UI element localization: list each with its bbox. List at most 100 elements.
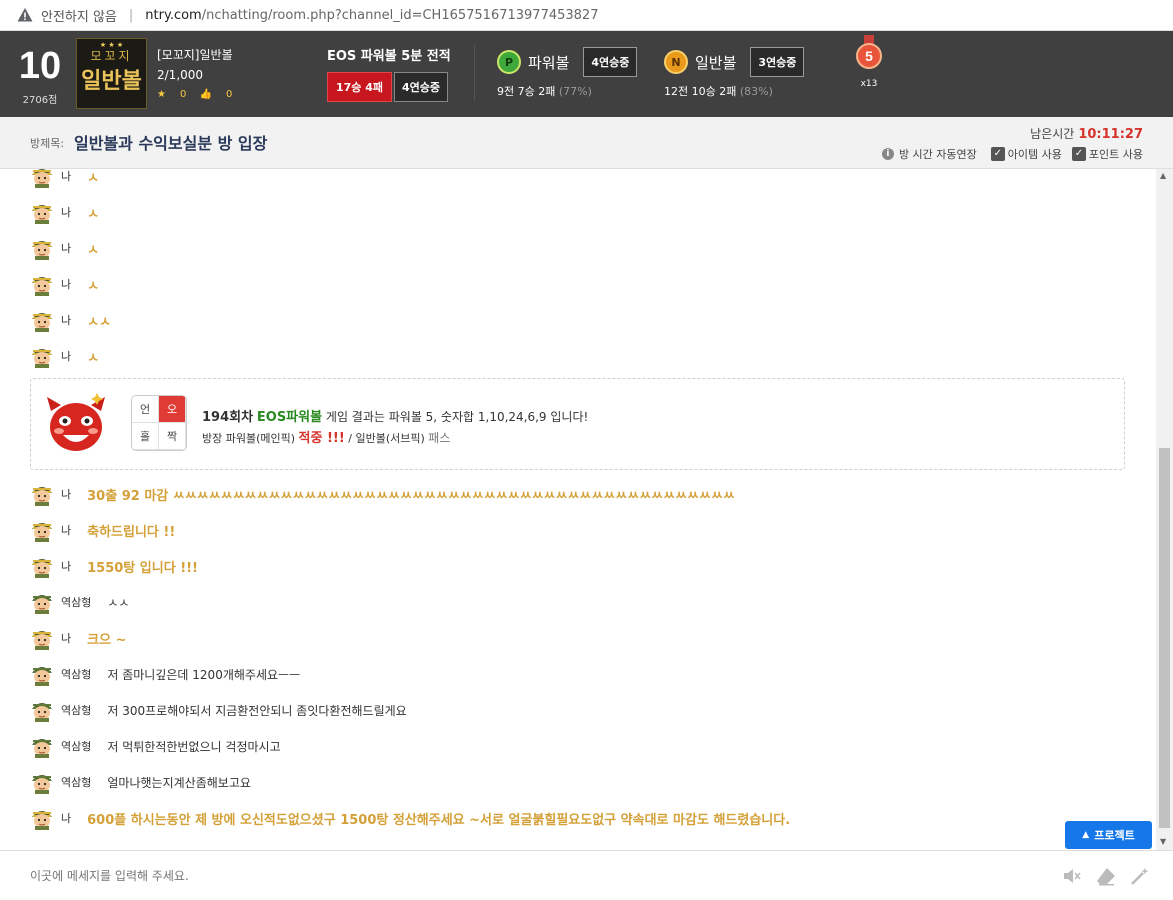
message-text: 저 300프로해야되서 지금환전안되니 좀잇다환전해드릴게요 <box>107 703 407 718</box>
browser-address-bar[interactable]: 안전하지 않음 | ntry.com/nchatting/room.php?ch… <box>0 0 1173 31</box>
message-nickname[interactable]: 나 <box>61 276 71 292</box>
normalball-icon: N <box>664 50 688 74</box>
message-text: ㅅ <box>87 278 100 294</box>
user-avatar-icon <box>32 739 52 758</box>
eos-title: EOS 파워볼 5분 전적 <box>327 49 451 64</box>
grid-cell-under: 언 <box>132 396 159 423</box>
normalball-stat: N 일반볼 3연승중 12전 10승 2패 (83%) <box>664 47 805 99</box>
message-nickname[interactable]: 나 <box>61 204 71 220</box>
room-members: 2/1,000 <box>157 68 204 82</box>
eraser-icon[interactable] <box>1096 866 1116 886</box>
auto-extend-option[interactable]: 방 시간 자동연장 <box>899 146 977 162</box>
powerball-label: 파워볼 <box>528 53 570 72</box>
chat-message: 나 크으 ~ <box>30 625 126 651</box>
message-text: 저 좀마니깊은데 1200개해주세요ㅡㅡ <box>107 667 301 682</box>
message-nickname[interactable]: 역삼형 <box>61 594 91 610</box>
thumbs-up-icon: 👍 <box>199 89 212 100</box>
message-nickname[interactable]: 나 <box>61 169 71 184</box>
caret-up-icon: ▲ <box>1082 830 1090 840</box>
chat-message: 역삼형 저 좀마니깊은데 1200개해주세요ㅡㅡ <box>30 661 300 687</box>
message-nickname[interactable]: 역삼형 <box>61 738 91 754</box>
user-avatar-icon <box>32 277 52 296</box>
message-nickname[interactable]: 나 <box>61 312 71 328</box>
user-avatar-icon <box>32 169 52 188</box>
message-nickname[interactable]: 역삼형 <box>61 774 91 790</box>
chat-scrollbar[interactable]: ▲ ▼ <box>1156 169 1173 850</box>
powerball-icon: P <box>497 50 521 74</box>
result-round: 194회차 <box>202 410 254 425</box>
message-nickname[interactable]: 나 <box>61 810 71 826</box>
user-avatar-icon <box>32 631 52 650</box>
scroll-up-icon[interactable]: ▲ <box>1160 171 1166 180</box>
powerball-streak: 4연승중 <box>583 47 638 77</box>
message-text: ㅅ <box>87 170 100 186</box>
normalball-record: 12전 10승 2패 (83%) <box>664 85 773 98</box>
user-avatar-icon <box>32 595 52 614</box>
grid-cell-even: 짝 <box>159 423 186 450</box>
item-use-label: 아이템 사용 <box>1007 148 1062 161</box>
result-line-1: 194회차 EOS파워볼 게임 결과는 파워볼 5, 숫자합 1,10,24,6… <box>202 406 588 425</box>
result-grid: 언 오 홀 짝 <box>131 395 187 451</box>
user-avatar-icon <box>32 523 52 542</box>
message-text: 얼마나햇는지계산좀해보고요 <box>107 775 251 790</box>
url-host: ntry.com <box>145 7 202 23</box>
magic-wand-icon[interactable] <box>1130 866 1150 886</box>
eos-streak-badge: 4연승중 <box>394 72 449 102</box>
user-avatar-icon <box>32 667 52 686</box>
message-text: ㅅ <box>87 350 100 366</box>
result-line-2: 방장 파워볼(메인픽) 적중 !!! / 일반볼(서브픽) 패스 <box>202 427 450 446</box>
chat-message: 역삼형 저 300프로해야되서 지금환전안되니 좀잇다환전해드릴게요 <box>30 697 407 723</box>
result-main-pick: 방장 파워볼(메인픽) <box>202 432 296 445</box>
security-label: 안전하지 않음 <box>41 9 117 25</box>
devil-mascot-icon <box>47 393 105 451</box>
room-stats: ★ 0 👍 0 <box>157 85 246 105</box>
message-nickname[interactable]: 역삼형 <box>61 702 91 718</box>
user-avatar-icon <box>32 241 52 260</box>
chat-message: 역삼형 저 먹튀한적한번없으니 걱정마시고 <box>30 733 281 759</box>
star-count: 0 <box>179 89 187 100</box>
grid-cell-odd: 홀 <box>132 423 159 450</box>
result-sub-pick: / 일반볼(서브픽) <box>348 432 425 445</box>
message-nickname[interactable]: 나 <box>61 240 71 256</box>
result-hit: 적중 !!! <box>298 431 345 446</box>
game-result-card: 언 오 홀 짝 194회차 EOS파워볼 게임 결과는 파워볼 5, 숫자합 1… <box>30 378 1125 470</box>
warning-icon <box>17 8 33 22</box>
message-nickname[interactable]: 나 <box>61 630 71 646</box>
chat-message: 나ㅅ <box>30 169 99 189</box>
item-use-checkbox[interactable]: ✓ <box>990 147 1005 161</box>
powerball-record: 9전 7승 2패 (77%) <box>497 85 592 98</box>
chat-message: 나ㅅ <box>30 343 99 369</box>
info-icon[interactable]: i <box>881 148 894 160</box>
message-nickname[interactable]: 나 <box>61 486 71 502</box>
room-title-label: 방제목: <box>30 137 65 150</box>
chat-message: 나ㅅ <box>30 271 99 297</box>
point-use-checkbox[interactable]: ✓ <box>1071 147 1086 161</box>
message-nickname[interactable]: 나 <box>61 558 71 574</box>
scroll-down-icon[interactable]: ▼ <box>1160 837 1166 846</box>
powerball-stat: P 파워볼 4연승중 9전 7승 2패 (77%) <box>497 47 638 99</box>
message-nickname[interactable]: 역삼형 <box>61 666 91 682</box>
message-input[interactable] <box>20 863 1020 889</box>
chat-log[interactable]: 나 ㅅ 나 ㅅ 나 ㅅ 나 ㅅ 나 ㅅㅅ 나 ㅅ 언 오 홀 짝 194회차 EOS파워볼 게임 결과… <box>0 169 1156 850</box>
eos-record-badge: 17승 4패 <box>327 72 393 102</box>
room-title-bar: 방제목: 일반볼과 수익보실분 방 입장 남은시간 10:11:27 i 방 시간… <box>0 117 1173 169</box>
room-title: 일반볼과 수익보실분 방 입장 <box>74 134 268 153</box>
logo-main-text: 일반볼 <box>81 68 142 94</box>
room-name: [모꼬지]일반볼 <box>157 48 233 62</box>
url-path: /nchatting/room.php?channel_id=CH1657516… <box>201 7 599 23</box>
mute-icon[interactable] <box>1061 866 1081 886</box>
chat-message: 역삼형 얼마나햇는지계산좀해보고요 <box>30 769 251 795</box>
point-use-label: 포인트 사용 <box>1088 148 1143 161</box>
normalball-label: 일반볼 <box>695 53 737 72</box>
project-button[interactable]: ▲ 프로젝트 <box>1065 821 1152 849</box>
message-text: ㅅㅅ <box>87 314 112 330</box>
like-count: 0 <box>225 89 233 100</box>
chat-message: 나 ㅅㅅ <box>30 307 111 333</box>
message-nickname[interactable]: 나 <box>61 522 71 538</box>
message-text: 600플 하시는동안 제 방에 오신적도없으셨구 1500탕 정산해주세요 ~서… <box>87 812 791 828</box>
room-options: i 방 시간 자동연장 ✓ 아이템 사용 ✓ 포인트 사용 <box>881 146 1143 162</box>
message-text: 축하드립니다 !! <box>87 524 176 540</box>
message-nickname[interactable]: 나 <box>61 348 71 364</box>
room-info: [모꼬지]일반볼 2/1,000 ★ 0 👍 0 <box>157 45 246 105</box>
scroll-thumb[interactable] <box>1159 448 1170 828</box>
